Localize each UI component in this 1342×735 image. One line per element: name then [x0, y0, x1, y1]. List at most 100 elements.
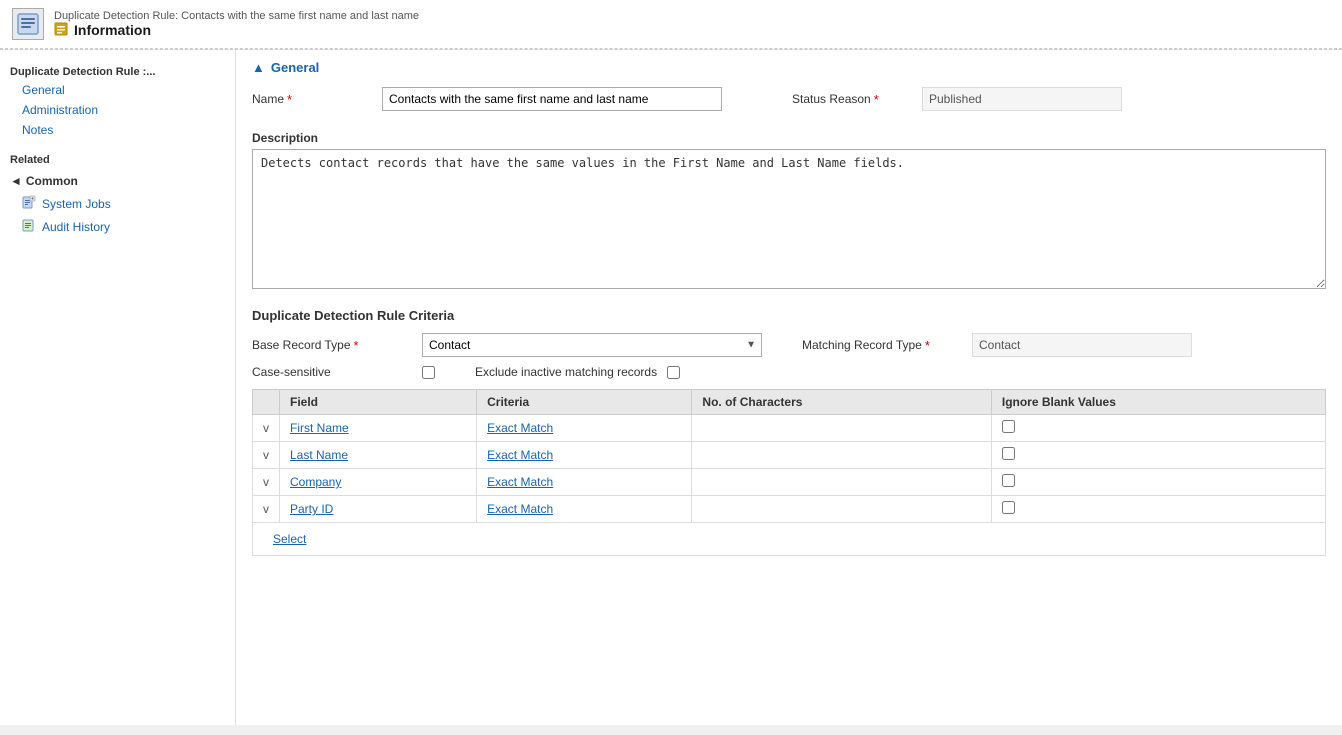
criteria-company-link[interactable]: Exact Match [487, 475, 553, 489]
criteria-section: Duplicate Detection Rule Criteria Base R… [236, 302, 1342, 566]
col-ignore-blank: Ignore Blank Values [991, 390, 1325, 415]
ignore-blank-party-id [991, 496, 1325, 523]
row-expand-last-name[interactable]: v [253, 442, 280, 469]
matching-required: * [925, 338, 930, 353]
field-party-id-cell: Party ID [280, 496, 477, 523]
criteria-last-name-link[interactable]: Exact Match [487, 448, 553, 462]
sidebar-item-general[interactable]: General [0, 80, 235, 100]
sidebar-item-system-jobs[interactable]: System Jobs [0, 192, 235, 215]
table-row-first-name: v First Name Exact Match [253, 415, 1326, 442]
select-cell: Select [253, 523, 1326, 556]
sidebar-common-label: Common [26, 174, 78, 188]
app-icon [12, 8, 44, 40]
field-last-name-cell: Last Name [280, 442, 477, 469]
criteria-company-cell: Exact Match [477, 469, 692, 496]
criteria-first-name-cell: Exact Match [477, 415, 692, 442]
base-required: * [354, 338, 359, 353]
matching-record-type-label: Matching Record Type * [802, 338, 962, 353]
criteria-table-body: v First Name Exact Match v Last Name Exa… [253, 415, 1326, 556]
base-record-type-select-wrap: Contact ▼ [422, 333, 762, 357]
matching-record-type-value: Contact [972, 333, 1192, 357]
col-no-chars: No. of Characters [692, 390, 991, 415]
row-expand-first-name[interactable]: v [253, 415, 280, 442]
sidebar: Duplicate Detection Rule :... General Ad… [0, 50, 236, 725]
case-sensitive-checkbox[interactable] [422, 366, 435, 379]
select-link[interactable]: Select [263, 528, 316, 550]
no-chars-first-name [692, 415, 991, 442]
exclude-inactive-checkbox[interactable] [667, 366, 680, 379]
status-reason-label: Status Reason * [792, 92, 912, 107]
header-title: Information [54, 22, 419, 39]
ignore-blank-party-id-checkbox[interactable] [1002, 501, 1015, 514]
criteria-party-id-cell: Exact Match [477, 496, 692, 523]
form-area: Name * Status Reason * Published [236, 81, 1342, 131]
field-first-name-link[interactable]: First Name [290, 421, 349, 435]
system-jobs-label: System Jobs [42, 197, 111, 211]
audit-history-label: Audit History [42, 220, 110, 234]
criteria-party-id-link[interactable]: Exact Match [487, 502, 553, 516]
table-row-party-id: v Party ID Exact Match [253, 496, 1326, 523]
name-required: * [287, 92, 292, 107]
criteria-table: Field Criteria No. of Characters Ignore … [252, 389, 1326, 556]
ignore-blank-first-name [991, 415, 1325, 442]
sidebar-item-audit-history[interactable]: Audit History [0, 215, 235, 238]
criteria-last-name-cell: Exact Match [477, 442, 692, 469]
general-section-arrow: ▲ [252, 60, 265, 75]
ignore-blank-first-name-checkbox[interactable] [1002, 420, 1015, 433]
header-titles: Duplicate Detection Rule: Contacts with … [54, 10, 419, 39]
exclude-inactive-group: Exclude inactive matching records [475, 365, 680, 379]
no-chars-party-id [692, 496, 991, 523]
ignore-blank-company [991, 469, 1325, 496]
row-expand-company[interactable]: v [253, 469, 280, 496]
common-collapse-icon: ◄ [10, 174, 22, 188]
field-company-link[interactable]: Company [290, 475, 341, 489]
exclude-inactive-label: Exclude inactive matching records [475, 365, 657, 379]
base-record-type-row: Base Record Type * Contact ▼ Matching Re… [252, 333, 1326, 357]
main-layout: Duplicate Detection Rule :... General Ad… [0, 50, 1342, 725]
description-section: Description Detects contact records that… [236, 131, 1342, 302]
select-row: Select [253, 523, 1326, 556]
general-section-header[interactable]: ▲ General [236, 50, 1342, 81]
content-area: ▲ General Name * Status Reason * Publish… [236, 50, 1342, 725]
name-label: Name * [252, 92, 372, 107]
general-section-title: General [271, 60, 319, 75]
base-record-type-label: Base Record Type * [252, 338, 412, 353]
no-chars-company [692, 469, 991, 496]
description-label: Description [252, 131, 1326, 145]
criteria-first-name-link[interactable]: Exact Match [487, 421, 553, 435]
criteria-title: Duplicate Detection Rule Criteria [252, 308, 1326, 323]
field-last-name-link[interactable]: Last Name [290, 448, 348, 462]
header-subtitle: Duplicate Detection Rule: Contacts with … [54, 10, 419, 22]
ignore-blank-company-checkbox[interactable] [1002, 474, 1015, 487]
sidebar-item-notes[interactable]: Notes [0, 120, 235, 140]
exclude-inactive-checkbox-cell [667, 366, 680, 379]
row-expand-party-id[interactable]: v [253, 496, 280, 523]
description-textarea[interactable]: Detects contact records that have the sa… [252, 149, 1326, 289]
ignore-blank-last-name [991, 442, 1325, 469]
table-row-company: v Company Exact Match [253, 469, 1326, 496]
field-first-name-cell: First Name [280, 415, 477, 442]
app-header: Duplicate Detection Rule: Contacts with … [0, 0, 1342, 49]
base-record-type-select[interactable]: Contact [422, 333, 762, 357]
ignore-blank-last-name-checkbox[interactable] [1002, 447, 1015, 460]
sidebar-section-title: Duplicate Detection Rule :... [0, 60, 235, 80]
name-row: Name * Status Reason * Published [252, 87, 1326, 111]
col-criteria: Criteria [477, 390, 692, 415]
case-sensitive-row: Case-sensitive Exclude inactive matching… [252, 365, 1326, 379]
case-sensitive-label: Case-sensitive [252, 365, 412, 379]
system-jobs-icon [22, 195, 36, 212]
name-input[interactable] [382, 87, 722, 111]
status-required: * [874, 92, 879, 107]
audit-history-icon [22, 218, 36, 235]
header-title-icon [54, 22, 68, 39]
case-sensitive-checkbox-cell [422, 366, 435, 379]
field-company-cell: Company [280, 469, 477, 496]
no-chars-last-name [692, 442, 991, 469]
sidebar-related-label: Related [0, 140, 235, 170]
col-field: Field [280, 390, 477, 415]
field-party-id-link[interactable]: Party ID [290, 502, 333, 516]
status-reason-value: Published [922, 87, 1122, 111]
sidebar-item-administration[interactable]: Administration [0, 100, 235, 120]
criteria-table-head: Field Criteria No. of Characters Ignore … [253, 390, 1326, 415]
sidebar-common-header[interactable]: ◄ Common [0, 170, 235, 192]
